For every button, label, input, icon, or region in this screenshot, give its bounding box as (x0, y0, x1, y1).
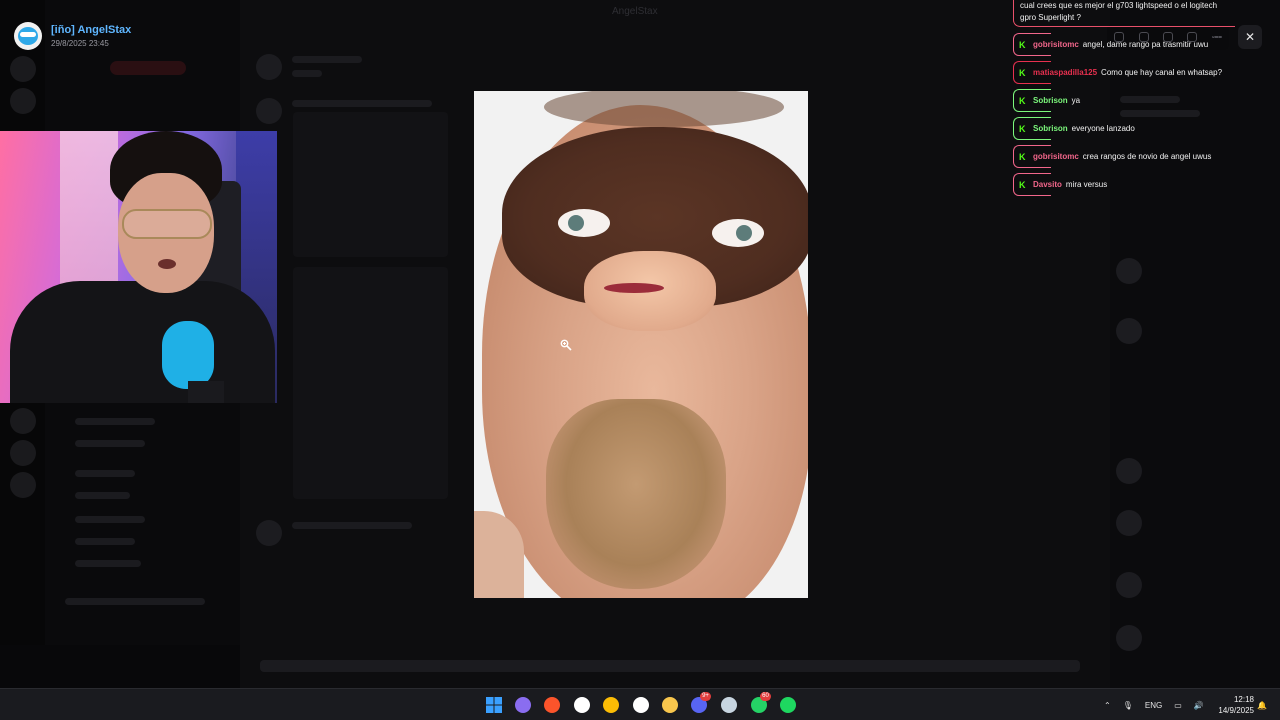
stream-chat-overlay: cual crees que es mejor el g703 lightspe… (1013, 0, 1243, 27)
member-avatar (1116, 258, 1142, 284)
alert-pill (110, 61, 186, 75)
taskbar-clock[interactable]: 12:18 14/9/2025 (1212, 694, 1254, 716)
channel-placeholder (75, 560, 141, 567)
notification-badge: 60 (760, 692, 771, 701)
beard (546, 399, 726, 589)
volume-icon[interactable]: 🔊 (1194, 701, 1204, 710)
language-indicator[interactable]: ENG (1145, 701, 1162, 710)
message-timestamp: 29/8/2025 23:45 (51, 38, 109, 48)
message-placeholder (292, 56, 362, 63)
server-icon (10, 472, 36, 498)
left-eye (558, 209, 610, 237)
user-panel (0, 645, 240, 688)
message-input-placeholder (260, 660, 1080, 672)
right-eye (712, 219, 764, 247)
discord-icon[interactable]: 9+ (690, 692, 711, 714)
enlarged-image[interactable] (474, 91, 808, 598)
chat-message: Kgobrisitomc crea rangos de novio de ange… (1013, 145, 1243, 168)
kick-badge-icon: K (1019, 123, 1026, 134)
author-avatar[interactable] (14, 22, 42, 50)
chat-message-text: everyone lanzado (1071, 124, 1135, 133)
chat-message: K Davsito mira versus (1013, 173, 1243, 196)
chat-message: Kgobrisitomc angel, dame rango pa trasmit… (1013, 33, 1243, 56)
microphone (162, 321, 214, 389)
media-author-header: [iño] AngelStax 29/8/2025 23:45 (14, 22, 131, 50)
notification-badge: 9+ (700, 692, 711, 701)
attachment-thumbnail (293, 112, 448, 257)
chat-message: Kmatiaspadilla125 Como que hay canal en w… (1013, 61, 1243, 84)
channel-placeholder (75, 418, 155, 425)
message-placeholder (292, 70, 322, 77)
kick-badge-icon: K (1019, 179, 1026, 190)
member-avatar (1116, 318, 1142, 344)
chat-message-text: cual crees que es mejor el g703 lightspe… (1013, 0, 1235, 27)
channel-placeholder (75, 470, 135, 477)
chevron-up-icon[interactable]: ⌃ (1104, 701, 1111, 710)
clock-date: 14/9/2025 (1218, 706, 1254, 715)
attachment-thumbnail (293, 267, 448, 499)
member-avatar (1116, 572, 1142, 598)
chat-message-text: crea rangos de novio de angel uwus (1082, 152, 1212, 161)
server-icon (10, 408, 36, 434)
calendar-icon[interactable] (632, 696, 650, 714)
webcam-overlay (0, 131, 277, 403)
chrome-icon[interactable] (602, 696, 620, 714)
copilot-icon[interactable] (514, 696, 532, 714)
file-explorer-icon[interactable] (661, 696, 679, 714)
member-avatar (1116, 625, 1142, 651)
viewer-window-title: AngelStax (612, 6, 658, 17)
clock-time: 12:18 (1233, 695, 1254, 704)
author-name[interactable]: [iño] AngelStax (51, 24, 131, 37)
chat-message: K Sobrison ya (1013, 89, 1243, 112)
channel-placeholder (65, 598, 205, 605)
notion-icon[interactable] (573, 696, 591, 714)
message-placeholder (292, 522, 412, 529)
channel-placeholder (75, 440, 145, 447)
kick-badge-icon: K (1019, 151, 1026, 162)
system-tray: ⌃ 🎙 ENG ▭ 🔊 (1104, 689, 1204, 720)
chat-message-text: angel, dame rango pa trasmitir uwu (1082, 40, 1209, 49)
whatsapp-icon[interactable]: 60 (750, 692, 771, 714)
server-icon (10, 440, 36, 466)
kick-badge-icon: K (1019, 39, 1026, 50)
brave-icon[interactable] (543, 696, 561, 714)
member-avatar (1116, 458, 1142, 484)
message-placeholder (292, 100, 432, 107)
message-avatar (256, 54, 282, 80)
server-icon (10, 56, 36, 82)
chat-message-text: mira versus (1065, 180, 1108, 189)
message-avatar (256, 98, 282, 124)
network-icon[interactable]: ▭ (1174, 701, 1182, 710)
windows-taskbar: 9+ 60 ⌃ 🎙 ENG ▭ 🔊 12:18 14/9/2025 🔔 (0, 688, 1280, 720)
server-icon (10, 88, 36, 114)
steam-icon[interactable] (720, 696, 738, 714)
chat-message: K Sobrison everyone lanzado (1013, 117, 1243, 140)
zoom-cursor-icon (560, 339, 572, 351)
channel-placeholder (75, 492, 130, 499)
channel-placeholder (75, 538, 135, 545)
channel-placeholder (75, 516, 145, 523)
spotify-icon[interactable] (779, 696, 797, 714)
windows-start-icon[interactable] (485, 696, 503, 714)
kick-badge-icon: K (1019, 67, 1026, 78)
message-avatar (256, 520, 282, 546)
close-icon: ✕ (1244, 30, 1256, 44)
member-avatar (1116, 510, 1142, 536)
chat-message-text: ya (1071, 96, 1081, 105)
notification-bell-icon[interactable]: 🔔 (1257, 689, 1267, 720)
chat-message-text: Como que hay canal en whatsap? (1101, 68, 1223, 77)
microphone-icon[interactable]: 🎙 (1123, 701, 1133, 710)
kick-badge-icon: K (1019, 95, 1026, 106)
